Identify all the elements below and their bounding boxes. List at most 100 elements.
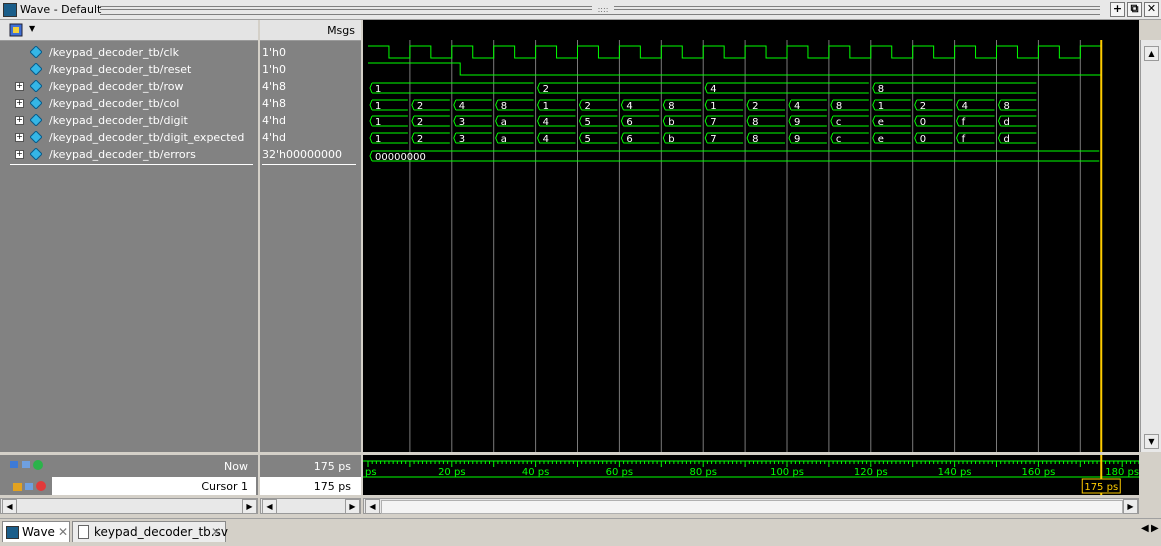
col-value: 4 bbox=[626, 101, 632, 112]
scroll-thumb[interactable] bbox=[381, 500, 1123, 514]
signal-diamond-icon bbox=[30, 63, 42, 75]
signal-row[interactable]: + /keypad_decoder_tb/errors bbox=[0, 146, 258, 163]
signal-name: /keypad_decoder_tb/reset bbox=[49, 63, 192, 76]
signal-value: 32'h00000000 bbox=[262, 148, 342, 161]
value-pane-hscrollbar[interactable]: ◀ ▶ bbox=[260, 498, 361, 514]
digit-value: c bbox=[836, 117, 842, 128]
tab-scroll-right-button[interactable]: ▶ bbox=[1151, 523, 1159, 534]
name-pane-hscrollbar[interactable]: ◀ ▶ bbox=[0, 498, 258, 514]
digit-expected-value: c bbox=[836, 134, 842, 145]
axis-tick-label: 140 ps bbox=[938, 467, 972, 478]
col-value: 4 bbox=[459, 101, 465, 112]
corner-scroll-buttons bbox=[1140, 498, 1160, 514]
add-cursor-icon[interactable] bbox=[10, 459, 46, 471]
signal-diamond-icon bbox=[30, 131, 42, 143]
waveform-canvas[interactable]: 1 2 4 81 2 4 8 1 2 4 8 1 2 4 8 1 2 4 81 2 3 a 4 5 6 b 7 8 9 c e 0 f d1 2 3 a… bbox=[363, 40, 1139, 452]
undock-button[interactable]: ⧉ bbox=[1127, 2, 1142, 17]
errors-segment bbox=[369, 150, 1100, 162]
digit-expected-value: e bbox=[878, 134, 884, 145]
digit-expected-value: 4 bbox=[543, 134, 549, 145]
close-icon[interactable]: ✕ bbox=[211, 522, 221, 542]
scroll-right-button[interactable]: ▶ bbox=[345, 499, 360, 514]
cursor-label: Cursor 1 bbox=[201, 480, 248, 493]
signal-value-pane: Msgs 1'h0 1'h0 4'h8 4'h8 4'hd 4'hd 32'h0000000… bbox=[260, 20, 361, 452]
col-value: 8 bbox=[836, 101, 842, 112]
reset-waveform bbox=[368, 62, 1102, 76]
scroll-left-button[interactable]: ◀ bbox=[2, 499, 17, 514]
time-axis[interactable]: ps 20 ps 40 ps 60 ps 80 ps 100 ps 120 ps 140 ps… bbox=[363, 455, 1139, 495]
col-value: 2 bbox=[585, 101, 591, 112]
signal-row[interactable]: + /keypad_decoder_tb/row bbox=[0, 78, 258, 95]
digit-expected-value: 3 bbox=[459, 134, 465, 145]
close-window-button[interactable]: ✕ bbox=[1144, 2, 1159, 17]
cursor-flag-label: 175 ps bbox=[1084, 482, 1118, 493]
signal-row[interactable]: + /keypad_decoder_tb/col bbox=[0, 95, 258, 112]
wave-window-icon bbox=[3, 3, 17, 17]
scroll-up-button[interactable]: ▲ bbox=[1144, 46, 1159, 61]
vertical-scrollbar[interactable]: ▲ ▼ bbox=[1140, 40, 1161, 452]
wave-toolbar-icon[interactable] bbox=[9, 23, 27, 37]
digit-value: 7 bbox=[710, 117, 716, 128]
name-column-header[interactable]: ▼ bbox=[0, 20, 258, 41]
signal-diamond-icon bbox=[30, 148, 42, 160]
col-value: 8 bbox=[668, 101, 674, 112]
col-value: 1 bbox=[543, 101, 549, 112]
signal-row[interactable]: + /keypad_decoder_tb/digit_expected bbox=[0, 129, 258, 146]
scroll-down-button[interactable]: ▼ bbox=[1144, 434, 1159, 449]
cursor-value: 175 ps bbox=[313, 480, 351, 493]
col-value: 2 bbox=[752, 101, 758, 112]
col-value: 8 bbox=[1004, 101, 1010, 112]
axis-tick-label: 80 ps bbox=[689, 467, 716, 478]
clk-waveform bbox=[368, 45, 1102, 59]
signal-row[interactable]: /keypad_decoder_tb/reset bbox=[0, 61, 258, 78]
tab-wave[interactable]: Wave ✕ bbox=[2, 521, 70, 542]
tab-source-label: keypad_decoder_tb.sv bbox=[94, 525, 228, 539]
chevron-down-icon[interactable]: ▼ bbox=[29, 24, 35, 33]
document-icon bbox=[78, 525, 89, 539]
scroll-right-button[interactable]: ▶ bbox=[1123, 499, 1138, 514]
close-icon[interactable]: ✕ bbox=[58, 522, 68, 542]
signal-name: /keypad_decoder_tb/digit bbox=[49, 114, 188, 127]
digit-expected-value: f bbox=[962, 134, 966, 145]
signal-diamond-icon bbox=[30, 80, 42, 92]
col-value: 1 bbox=[878, 101, 884, 112]
axis-tick-label: 60 ps bbox=[606, 467, 633, 478]
scroll-left-button[interactable]: ◀ bbox=[262, 499, 277, 514]
digit-value: 0 bbox=[920, 117, 926, 128]
col-value: 2 bbox=[417, 101, 423, 112]
tab-source-file[interactable]: keypad_decoder_tb.sv ✕ bbox=[72, 521, 228, 542]
wave-hscrollbar[interactable]: ◀ ▶ bbox=[363, 498, 1139, 514]
signal-value: 4'hd bbox=[262, 114, 286, 127]
tab-wave-label: Wave bbox=[22, 525, 55, 539]
expand-icon[interactable]: + bbox=[15, 99, 24, 108]
signal-name: /keypad_decoder_tb/col bbox=[49, 97, 180, 110]
signal-row[interactable]: + /keypad_decoder_tb/digit bbox=[0, 112, 258, 129]
row-value: 4 bbox=[710, 84, 716, 95]
zoom-in-button[interactable]: + bbox=[1110, 2, 1125, 17]
digit-expected-value: 1 bbox=[375, 134, 381, 145]
expand-icon[interactable]: + bbox=[15, 82, 24, 91]
cursor-lock-icon[interactable] bbox=[13, 480, 49, 492]
selection-underline bbox=[10, 164, 253, 165]
expand-icon[interactable]: + bbox=[15, 150, 24, 159]
digit-value: d bbox=[1004, 117, 1010, 128]
expand-icon[interactable]: + bbox=[15, 133, 24, 142]
errors-value: 00000000 bbox=[375, 152, 426, 163]
msgs-column-header: Msgs bbox=[260, 20, 361, 41]
signal-name: /keypad_decoder_tb/clk bbox=[49, 46, 179, 59]
digit-expected-value: d bbox=[1004, 134, 1010, 145]
scroll-left-button[interactable]: ◀ bbox=[365, 499, 380, 514]
signal-diamond-icon bbox=[30, 114, 42, 126]
undock-handle[interactable]: :::: bbox=[592, 5, 614, 14]
digit-expected-value: b bbox=[668, 134, 674, 145]
signal-row[interactable]: /keypad_decoder_tb/clk bbox=[0, 44, 258, 61]
signal-name: /keypad_decoder_tb/errors bbox=[49, 148, 196, 161]
row-value: 8 bbox=[878, 84, 884, 95]
signal-value: 4'hd bbox=[262, 131, 286, 144]
scroll-right-button[interactable]: ▶ bbox=[242, 499, 257, 514]
expand-icon[interactable]: + bbox=[15, 116, 24, 125]
col-value: 2 bbox=[920, 101, 926, 112]
digit-value: 3 bbox=[459, 117, 465, 128]
tab-scroll-left-button[interactable]: ◀ bbox=[1141, 523, 1149, 534]
wave-tab-icon bbox=[6, 526, 19, 539]
